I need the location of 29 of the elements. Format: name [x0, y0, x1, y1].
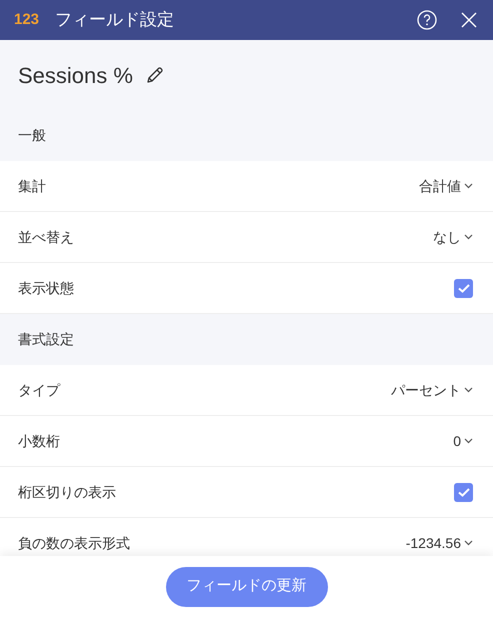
pencil-icon[interactable]: [144, 65, 165, 85]
section-title: 一般: [18, 126, 46, 145]
field-name: Sessions %: [18, 62, 133, 90]
help-icon[interactable]: [417, 10, 437, 30]
dropdown[interactable]: 合計値: [419, 176, 473, 196]
field-type-label: 123: [14, 10, 40, 30]
setting-label: 表示状態: [18, 278, 75, 298]
checkbox[interactable]: [454, 482, 473, 502]
setting-label: 小数桁: [18, 432, 61, 450]
check-icon: [458, 284, 470, 292]
close-icon[interactable]: [461, 12, 477, 28]
chevron-down-icon: [464, 438, 473, 444]
dropdown[interactable]: パーセント: [391, 380, 473, 400]
dropdown[interactable]: -1234.56: [406, 532, 473, 554]
chevron-down-icon: [464, 183, 473, 189]
setting-label: 並べ替え: [18, 228, 75, 246]
chevron-down-icon: [464, 234, 473, 240]
window-title: フィールド設定: [55, 9, 174, 32]
checkbox[interactable]: [454, 278, 473, 298]
setting-label: 負の数の表示形式: [18, 534, 131, 552]
chevron-down-icon: [464, 387, 473, 393]
chevron-down-icon: [464, 540, 473, 546]
check-icon: [458, 488, 470, 496]
dropdown[interactable]: 0: [453, 430, 473, 452]
setting-label: 桁区切りの表示: [18, 482, 117, 502]
setting-label: 集計: [18, 176, 47, 196]
section-title: 書式設定: [18, 330, 74, 349]
setting-label: タイプ: [18, 380, 62, 400]
dropdown[interactable]: なし: [433, 226, 473, 248]
